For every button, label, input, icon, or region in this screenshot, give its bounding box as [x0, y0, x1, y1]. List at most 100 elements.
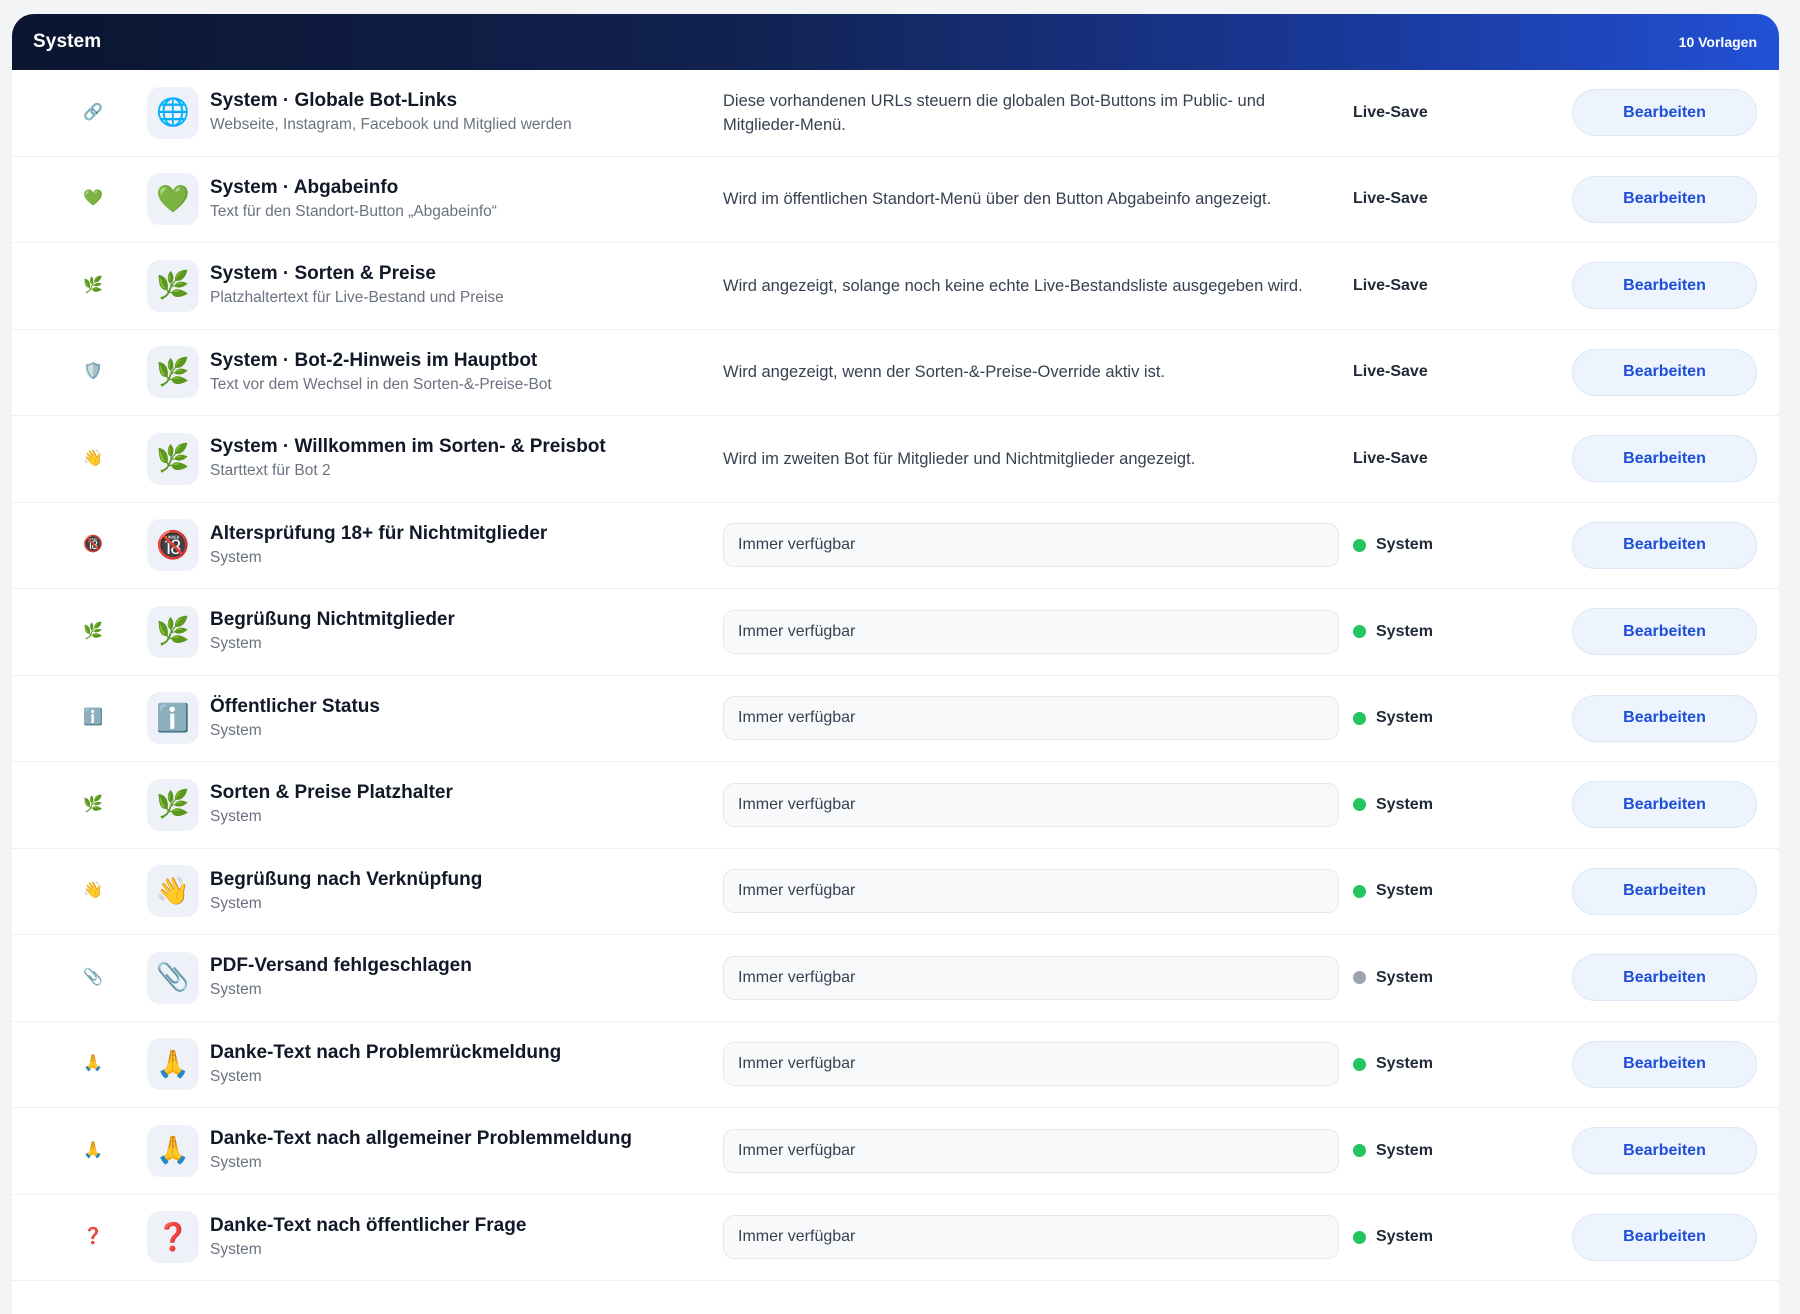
question-mark-icon: ❓	[147, 1211, 199, 1264]
link-icon: 🔗	[83, 103, 103, 121]
template-row: 🌿 🌿 Begrüßung Nichtmitglieder System Imm…	[12, 589, 1779, 676]
live-save-label: Live-Save	[1353, 190, 1428, 208]
status-badge: System	[1353, 623, 1433, 641]
template-count-badge: 10 Vorlagen	[1678, 34, 1757, 50]
status-badge: System	[1353, 796, 1433, 814]
green-heart-icon: 💚	[83, 190, 103, 208]
status-label: System	[1376, 709, 1433, 727]
waving-hand-icon: 👋	[83, 882, 103, 900]
status-label: System	[1376, 1228, 1433, 1246]
herb-icon: 🌿	[147, 432, 199, 485]
status-label: System	[1376, 536, 1433, 554]
waving-hand-icon: 👋	[83, 449, 103, 467]
template-subtitle: System	[210, 808, 262, 826]
template-section-panel: System 10 Vorlagen 🔗 🌐 System · Globale …	[12, 14, 1779, 1314]
template-subtitle: System	[210, 635, 262, 653]
template-description: Wird angezeigt, wenn der Sorten-&-Preise…	[723, 363, 1166, 382]
live-save-label: Live-Save	[1353, 363, 1428, 381]
template-subtitle: System	[210, 1154, 262, 1172]
template-title: Öffentlicher Status	[210, 695, 380, 717]
herb-icon: 🌿	[83, 795, 103, 813]
edit-button[interactable]: Bearbeiten	[1572, 1127, 1757, 1175]
edit-button[interactable]: Bearbeiten	[1572, 1213, 1757, 1261]
template-row: 💚 💚 System · Abgabeinfo Text für den Sta…	[12, 157, 1779, 243]
herb-icon: 🌿	[83, 276, 103, 294]
template-subtitle: System	[210, 1067, 262, 1085]
section-header: System 10 Vorlagen	[12, 14, 1779, 70]
template-title: System · Globale Bot-Links	[210, 90, 458, 112]
template-subtitle: Text vor dem Wechsel in den Sorten-&-Pre…	[210, 375, 552, 393]
shield-icon: 🛡️	[83, 363, 103, 381]
status-label: System	[1376, 1055, 1433, 1073]
herb-icon: 🌿	[147, 259, 199, 312]
template-title: Begrüßung Nichtmitglieder	[210, 609, 455, 631]
edit-button[interactable]: Bearbeiten	[1572, 521, 1757, 569]
template-subtitle: System	[210, 981, 262, 999]
availability-field[interactable]: Immer verfügbar	[723, 1042, 1339, 1087]
edit-button[interactable]: Bearbeiten	[1572, 694, 1757, 742]
status-badge: System	[1353, 1055, 1433, 1073]
availability-field[interactable]: Immer verfügbar	[723, 609, 1339, 654]
template-subtitle: System	[210, 548, 262, 566]
template-row: ℹ️ ℹ️ Öffentlicher Status System Immer v…	[12, 676, 1779, 762]
template-list: 🔗 🌐 System · Globale Bot-Links Webseite,…	[12, 70, 1779, 1281]
template-subtitle: Webseite, Instagram, Facebook und Mitgli…	[210, 116, 572, 134]
edit-button[interactable]: Bearbeiten	[1572, 348, 1757, 396]
folded-hands-icon: 🙏	[83, 1055, 103, 1073]
availability-field[interactable]: Immer verfügbar	[723, 696, 1339, 741]
availability-field[interactable]: Immer verfügbar	[723, 782, 1339, 827]
edit-button[interactable]: Bearbeiten	[1572, 1040, 1757, 1088]
template-description: Diese vorhandenen URLs steuern die globa…	[723, 91, 1266, 134]
template-title: Altersprüfung 18+ für Nichtmitglieder	[210, 522, 548, 544]
template-row: 🛡️ 🌿 System · Bot-2-Hinweis im Hauptbot …	[12, 330, 1779, 416]
template-row: 👋 🌿 System · Willkommen im Sorten- & Pre…	[12, 416, 1779, 503]
info-icon: ℹ️	[147, 692, 199, 745]
availability-field[interactable]: Immer verfügbar	[723, 955, 1339, 1000]
edit-button[interactable]: Bearbeiten	[1572, 435, 1757, 483]
section-title: System	[33, 31, 102, 52]
template-row: 🙏 🙏 Danke-Text nach allgemeiner Problemm…	[12, 1108, 1779, 1195]
status-dot-icon	[1353, 1144, 1366, 1158]
edit-button[interactable]: Bearbeiten	[1572, 781, 1757, 829]
edit-button[interactable]: Bearbeiten	[1572, 867, 1757, 915]
availability-field[interactable]: Immer verfügbar	[723, 1128, 1339, 1173]
availability-field[interactable]: Immer verfügbar	[723, 869, 1339, 914]
status-badge: System	[1353, 709, 1433, 727]
template-title: Danke-Text nach öffentlicher Frage	[210, 1214, 527, 1236]
paperclip-icon: 📎	[147, 951, 199, 1004]
edit-button[interactable]: Bearbeiten	[1572, 89, 1757, 137]
template-row: 📎 📎 PDF-Versand fehlgeschlagen System Im…	[12, 935, 1779, 1022]
status-label: System	[1376, 882, 1433, 900]
availability-field[interactable]: Immer verfügbar	[723, 523, 1339, 568]
waving-hand-icon: 👋	[147, 865, 199, 918]
template-title: PDF-Versand fehlgeschlagen	[210, 955, 472, 977]
status-label: System	[1376, 968, 1433, 986]
herb-icon: 🌿	[147, 346, 199, 399]
template-title: Danke-Text nach allgemeiner Problemmeldu…	[210, 1128, 632, 1150]
status-badge: System	[1353, 1228, 1433, 1246]
template-subtitle: System	[210, 721, 262, 739]
edit-button[interactable]: Bearbeiten	[1572, 608, 1757, 656]
template-row: 🙏 🙏 Danke-Text nach Problemrückmeldung S…	[12, 1022, 1779, 1108]
herb-icon: 🌿	[83, 622, 103, 640]
template-title: System · Sorten & Preise	[210, 263, 436, 285]
no-under-18-icon: 🔞	[83, 536, 103, 554]
template-row: ❓ ❓ Danke-Text nach öffentlicher Frage S…	[12, 1195, 1779, 1281]
template-row: 🔞 🔞 Altersprüfung 18+ für Nichtmitgliede…	[12, 503, 1779, 589]
question-mark-icon: ❓	[83, 1228, 103, 1246]
availability-field[interactable]: Immer verfügbar	[723, 1215, 1339, 1260]
status-dot-icon	[1353, 711, 1366, 725]
template-title: System · Bot-2-Hinweis im Hauptbot	[210, 349, 538, 371]
edit-button[interactable]: Bearbeiten	[1572, 262, 1757, 310]
herb-icon: 🌿	[147, 605, 199, 658]
status-dot-icon	[1353, 1057, 1366, 1071]
edit-button[interactable]: Bearbeiten	[1572, 954, 1757, 1002]
template-subtitle: Starttext für Bot 2	[210, 462, 331, 480]
globe-icon: 🌐	[147, 86, 199, 139]
no-under-18-icon: 🔞	[147, 519, 199, 572]
edit-button[interactable]: Bearbeiten	[1572, 175, 1757, 223]
status-dot-icon	[1353, 798, 1366, 812]
template-description: Wird im zweiten Bot für Mitglieder und N…	[723, 449, 1196, 468]
status-label: System	[1376, 622, 1433, 640]
template-row: 👋 👋 Begrüßung nach Verknüpfung System Im…	[12, 849, 1779, 935]
